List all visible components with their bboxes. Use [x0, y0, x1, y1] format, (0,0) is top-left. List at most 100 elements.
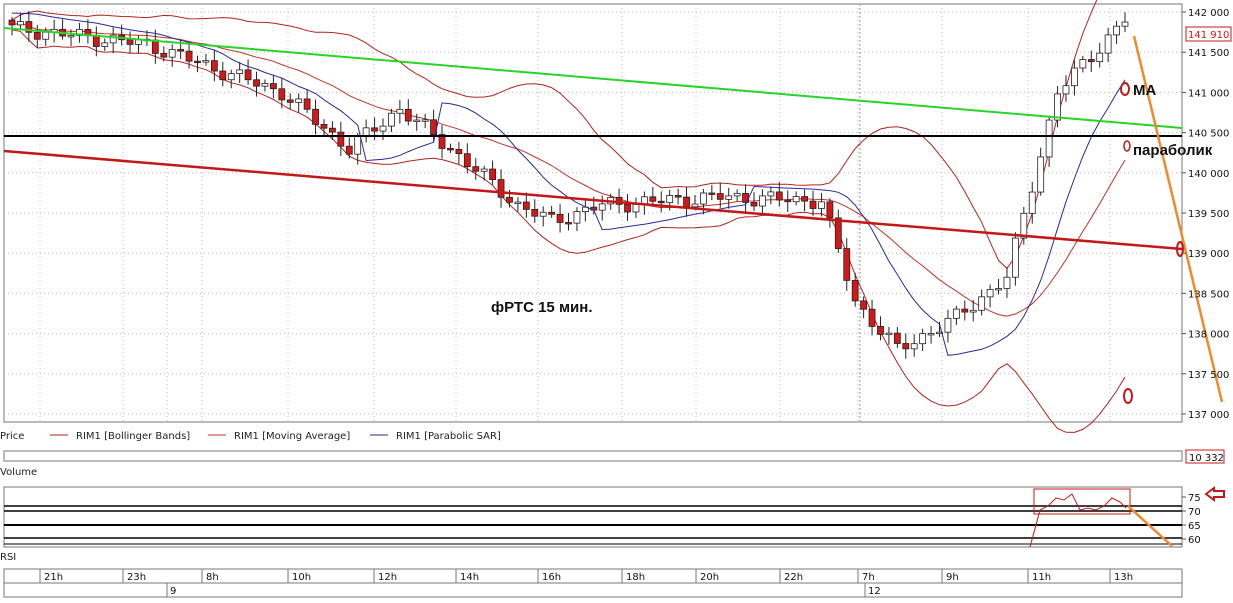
candle	[168, 49, 176, 58]
candle	[1045, 119, 1053, 158]
candle	[1037, 156, 1045, 193]
price-tick-label: 141 000	[1188, 88, 1229, 99]
candle	[708, 192, 716, 195]
price-tick-label: 139 500	[1188, 209, 1229, 220]
candle	[1079, 59, 1087, 69]
time-tick-label: 11h	[1032, 572, 1051, 583]
candle	[910, 343, 918, 350]
candle	[151, 39, 159, 54]
volume-panel	[3, 450, 1183, 462]
candle	[522, 201, 530, 210]
candle	[286, 99, 294, 103]
candle	[269, 83, 277, 90]
rsi-axis: 75 70 65 60	[1182, 493, 1201, 546]
candle	[944, 317, 952, 333]
candle	[986, 288, 994, 298]
candle	[278, 88, 286, 101]
price-tick-label: 137 000	[1188, 410, 1229, 421]
candle	[767, 191, 775, 197]
candle	[320, 123, 328, 129]
candle	[345, 145, 353, 155]
candle	[177, 49, 185, 52]
candle	[261, 83, 269, 87]
candle	[194, 60, 201, 64]
time-tick-label: 23h	[127, 572, 146, 583]
price-tick-label: 140 500	[1188, 129, 1229, 140]
candle	[750, 202, 758, 207]
candle	[683, 196, 690, 208]
candle	[826, 201, 834, 219]
volume-label: Volume	[0, 467, 37, 478]
candle	[379, 125, 387, 132]
candle	[851, 280, 859, 302]
time-tick-label: 14h	[460, 572, 479, 583]
candle	[1062, 85, 1070, 95]
candle	[42, 31, 50, 40]
candle	[834, 217, 842, 249]
candle	[927, 333, 935, 336]
candle	[244, 69, 252, 81]
day-label: 9	[170, 586, 176, 597]
price-tick-label: 138 000	[1188, 330, 1229, 341]
chart-label: фРТС 15 мин.	[491, 299, 593, 316]
candle	[969, 309, 977, 313]
legend-price: Price	[0, 431, 24, 442]
candle	[700, 192, 707, 205]
candle	[1028, 191, 1036, 214]
candle	[480, 168, 488, 172]
candle	[716, 193, 724, 200]
candle	[227, 73, 235, 81]
rsi-arrow-icon	[1204, 486, 1225, 502]
candle	[1054, 93, 1061, 121]
candle	[371, 127, 378, 132]
candle	[1104, 34, 1112, 54]
candle	[1113, 25, 1120, 36]
volume-value: 10 332	[1189, 453, 1224, 464]
candle	[657, 200, 665, 204]
sar-label: параболик	[1133, 142, 1213, 159]
candle	[792, 196, 800, 203]
rsi-tick-label: 60	[1188, 535, 1201, 546]
candle	[101, 42, 109, 47]
candle	[733, 192, 741, 197]
candle	[514, 201, 522, 204]
time-tick-label: 13h	[1114, 572, 1133, 583]
time-tick-label: 20h	[700, 572, 719, 583]
candle	[759, 195, 766, 207]
rsi-label: RSI	[0, 552, 16, 563]
candle	[354, 136, 362, 155]
candle	[17, 21, 24, 26]
candle	[126, 39, 134, 45]
candle	[868, 308, 876, 327]
candle	[489, 168, 497, 180]
candle	[565, 222, 572, 225]
candle	[303, 98, 311, 110]
candle	[843, 248, 851, 281]
candle	[253, 79, 260, 87]
candle	[506, 196, 513, 203]
price-tick-label: 138 500	[1188, 289, 1229, 300]
candle	[329, 127, 336, 133]
candle	[624, 203, 631, 213]
rsi-tick-label: 70	[1188, 507, 1201, 518]
rsi-tick-label: 65	[1188, 521, 1201, 532]
candle	[388, 112, 395, 127]
candle	[902, 343, 910, 350]
candle	[995, 288, 1002, 291]
candle	[885, 332, 893, 336]
candle	[725, 195, 733, 200]
price-tick-label: 139 000	[1188, 249, 1229, 260]
candle	[447, 148, 454, 151]
candle	[775, 191, 783, 201]
candle	[455, 148, 463, 155]
candle	[1011, 237, 1019, 278]
candle	[1071, 67, 1078, 87]
candle	[666, 195, 674, 204]
candle	[531, 208, 539, 217]
candle	[801, 196, 808, 202]
time-tick-label: 7h	[862, 572, 875, 583]
candle	[893, 332, 901, 344]
candle	[573, 211, 581, 224]
candle	[185, 50, 193, 62]
time-tick-label: 12h	[378, 572, 397, 583]
